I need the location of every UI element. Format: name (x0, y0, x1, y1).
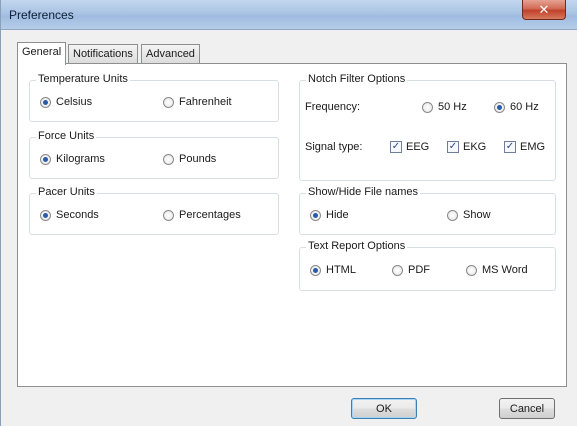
group-title: Notch Filter Options (306, 73, 408, 85)
pdf-radio[interactable]: PDF (392, 264, 430, 276)
seconds-radio[interactable]: Seconds (40, 209, 99, 221)
checkbox-checked-icon: ✓ (447, 141, 459, 153)
radio-unselected-icon (422, 101, 433, 113)
kilograms-radio[interactable]: Kilograms (40, 153, 105, 165)
pacer-units-group: Pacer Units Seconds Percentages (29, 186, 279, 235)
option-label: EMG (520, 141, 546, 153)
radio-unselected-icon (163, 153, 174, 165)
percentages-radio[interactable]: Percentages (163, 209, 241, 221)
group-title: Pacer Units (36, 186, 97, 198)
group-title: Show/Hide File names (306, 186, 421, 198)
option-label: 50 Hz (438, 101, 467, 113)
close-icon: ✕ (538, 1, 550, 17)
option-label: 60 Hz (510, 101, 539, 113)
file-names-group: Show/Hide File names Hide Show (299, 186, 556, 235)
emg-checkbox[interactable]: ✓ EMG (504, 141, 545, 153)
hide-radio[interactable]: Hide (310, 209, 349, 221)
option-label: Fahrenheit (179, 96, 232, 108)
tab-notifications[interactable]: Notifications (68, 44, 138, 63)
radio-selected-icon (40, 96, 51, 108)
option-label: Show (463, 209, 491, 221)
group-title: Text Report Options (306, 240, 408, 252)
option-label: EKG (463, 141, 487, 153)
60hz-radio[interactable]: 60 Hz (494, 101, 539, 113)
radio-unselected-icon (163, 209, 174, 221)
eeg-checkbox[interactable]: ✓ EEG (390, 141, 429, 153)
ekg-checkbox[interactable]: ✓ EKG (447, 141, 486, 153)
title-bar[interactable]: Preferences ✕ (1, 0, 577, 30)
option-label: Kilograms (56, 153, 105, 165)
tab-general[interactable]: General (17, 42, 67, 65)
radio-selected-icon (40, 209, 51, 221)
ok-button[interactable]: OK (351, 398, 417, 419)
option-label: Percentages (179, 209, 241, 221)
notch-filter-group: Notch Filter Options Frequency: 50 Hz 60… (299, 73, 556, 181)
ms-word-radio[interactable]: MS Word (466, 264, 528, 276)
text-report-group: Text Report Options HTML PDF MS Word (299, 240, 556, 291)
radio-unselected-icon (466, 264, 477, 276)
cancel-button[interactable]: Cancel (499, 398, 555, 419)
fahrenheit-radio[interactable]: Fahrenheit (163, 96, 232, 108)
close-button[interactable]: ✕ (522, 0, 566, 20)
radio-selected-icon (40, 153, 51, 165)
50hz-radio[interactable]: 50 Hz (422, 101, 467, 113)
pounds-radio[interactable]: Pounds (163, 153, 216, 165)
general-panel: Temperature Units Celsius Fahrenheit For… (17, 63, 567, 387)
signal-type-label: Signal type: (305, 141, 363, 153)
option-label: Hide (326, 209, 349, 221)
option-label: Seconds (56, 209, 99, 221)
option-label: Celsius (56, 96, 93, 108)
radio-selected-icon (310, 209, 321, 221)
window-title: Preferences (9, 8, 74, 22)
radio-selected-icon (310, 264, 321, 276)
tab-advanced[interactable]: Advanced (141, 44, 200, 63)
frequency-label: Frequency: (305, 101, 361, 113)
temperature-units-group: Temperature Units Celsius Fahrenheit (29, 73, 279, 122)
group-title: Force Units (36, 130, 97, 142)
option-label: EEG (406, 141, 430, 153)
html-radio[interactable]: HTML (310, 264, 356, 276)
option-label: Pounds (179, 153, 217, 165)
option-label: MS Word (482, 264, 528, 276)
option-label: PDF (408, 264, 430, 276)
option-label: HTML (326, 264, 356, 276)
preferences-window: Preferences ✕ General Notifications Adva… (0, 0, 577, 426)
show-radio[interactable]: Show (447, 209, 491, 221)
force-units-group: Force Units Kilograms Pounds (29, 130, 279, 179)
radio-unselected-icon (163, 96, 174, 108)
checkbox-checked-icon: ✓ (390, 141, 402, 153)
radio-unselected-icon (447, 209, 458, 221)
radio-unselected-icon (392, 264, 403, 276)
checkbox-checked-icon: ✓ (504, 141, 516, 153)
celsius-radio[interactable]: Celsius (40, 96, 92, 108)
radio-selected-icon (494, 101, 505, 113)
group-title: Temperature Units (36, 73, 130, 85)
